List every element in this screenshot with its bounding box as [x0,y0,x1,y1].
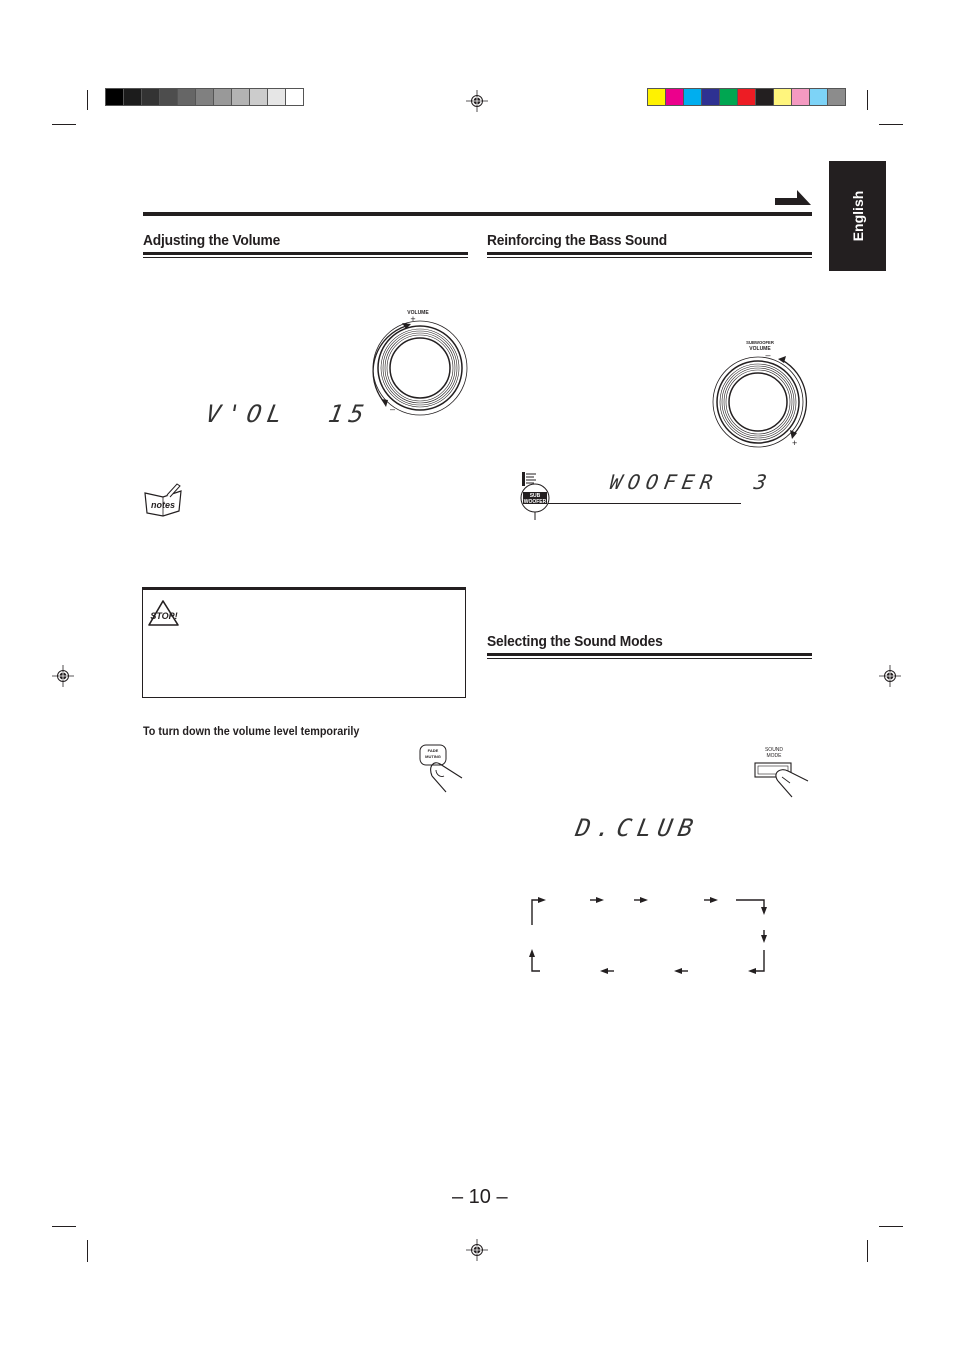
grayscale-calibration-bar [105,88,304,106]
stop-icon-label: STOP! [150,611,177,621]
subwoofer-display: WOOFER 3 [607,470,775,494]
subwoofer-volume-knob-icon: SUBWOOFER VOLUME – + [712,340,808,448]
sound-mode-button-icon: SOUND MODE [754,747,809,798]
calibration-swatch [214,89,231,105]
calibration-swatch [720,89,737,105]
section-title-bass: Reinforcing the Bass Sound [487,232,668,249]
crop-mark [879,124,903,125]
registration-mark-icon [52,665,74,687]
section-rule [143,252,468,258]
arrow-right-icon [538,897,546,903]
color-calibration-bar [647,88,846,106]
section-title-volume: Adjusting the Volume [143,232,281,249]
calibration-swatch [738,89,755,105]
arrow-right-icon [710,897,718,903]
notes-icon: notes [144,483,182,517]
calibration-swatch [142,89,159,105]
arrow-left-icon [600,968,608,974]
subwoofer-plus-label: + [792,438,797,448]
section-rule [487,653,812,659]
calibration-swatch [648,89,665,105]
calibration-swatch [178,89,195,105]
crop-mark [52,124,76,125]
mode-button-label: MODE [767,753,783,759]
arrow-left-icon [748,968,756,974]
calibration-swatch [160,89,177,105]
subwoofer-knob-label: SUBWOOFER [746,340,774,345]
arrow-down-icon [761,935,767,943]
calibration-swatch [268,89,285,105]
fade-muting-button-icon: FADE MUTING [419,744,463,793]
arrow-up-icon [529,949,535,957]
arrow-right-icon [640,897,648,903]
display-underline [548,503,741,504]
registration-mark-icon [879,665,901,687]
calibration-swatch [828,89,845,105]
calibration-swatch [250,89,267,105]
caution-box: STOP! [142,587,466,698]
calibration-swatch [106,89,123,105]
calibration-swatch [702,89,719,105]
section-title-sound-modes: Selecting the Sound Modes [487,633,663,650]
crop-mark [879,1226,903,1227]
crop-mark [867,90,868,110]
registration-mark-icon [466,1239,488,1261]
arrow-right-icon [596,897,604,903]
fade-button-label: FADE [428,748,439,753]
calibration-swatch [124,89,141,105]
registration-mark-icon [466,90,488,112]
crop-mark [867,1240,868,1262]
crop-mark [87,1240,88,1262]
sound-mode-cycle-diagram [529,897,767,974]
stop-warning-icon: STOP! [148,600,179,626]
calibration-swatch [792,89,809,105]
volume-minus-label: – [390,404,395,414]
temporary-volume-heading: To turn down the volume level temporaril… [143,724,360,738]
crop-mark [87,90,88,110]
calibration-swatch [232,89,249,105]
calibration-swatch [684,89,701,105]
muting-button-label: MUTING [425,754,441,759]
crop-mark [52,1226,76,1227]
calibration-swatch [196,89,213,105]
arrow-down-icon [761,907,767,915]
sound-mode-display: D.CLUB [573,814,702,842]
volume-display: V'OL 15 [203,400,373,428]
notes-icon-label: notes [151,500,175,510]
arrow-left-icon [674,968,682,974]
page-top-rule [143,212,812,216]
language-tab: English [829,161,886,271]
calibration-swatch [286,89,303,105]
page-number: – 10 – [452,1186,508,1208]
continue-arrow-icon [775,190,811,205]
language-tab-label: English [849,190,866,242]
volume-knob-icon: VOLUME + – [372,310,468,416]
calibration-swatch [756,89,773,105]
volume-plus-label: + [410,314,415,324]
section-rule [487,252,812,258]
subwoofer-indicator-icon: SUB WOOFER [520,472,550,520]
calibration-swatch [810,89,827,105]
calibration-swatch [774,89,791,105]
calibration-swatch [666,89,683,105]
woofer-indicator-label: WOOFER [524,499,547,505]
